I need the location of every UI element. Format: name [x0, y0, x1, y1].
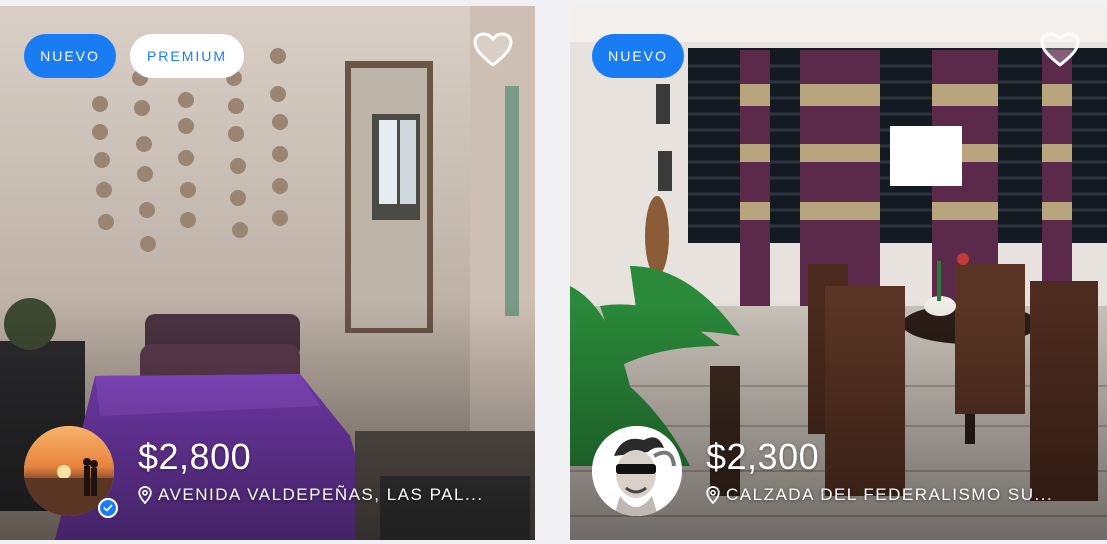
price: $2,300	[706, 436, 820, 477]
owner-avatar-wrap[interactable]	[24, 426, 118, 518]
verified-check-icon	[98, 498, 118, 518]
owner-avatar-wrap[interactable]	[592, 426, 682, 516]
listing-footer: $2,800 AVENIDA VALDEPEÑAS, LAS PAL...	[24, 426, 484, 518]
address-row: CALZADA DEL FEDERALISMO SU...	[706, 485, 1053, 505]
badge-group: NUEVO	[592, 34, 684, 78]
price: $2,800	[138, 436, 252, 477]
new-badge: NUEVO	[592, 34, 684, 78]
listing-info: $2,800 AVENIDA VALDEPEÑAS, LAS PAL...	[138, 437, 484, 505]
address-row: AVENIDA VALDEPEÑAS, LAS PAL...	[138, 485, 484, 505]
address-text: AVENIDA VALDEPEÑAS, LAS PAL...	[158, 485, 484, 504]
premium-badge: PREMIUM	[130, 34, 244, 78]
listing-footer: $2,300 CALZADA DEL FEDERALISMO SU...	[592, 426, 1053, 516]
avatar	[592, 426, 682, 516]
listing-info: $2,300 CALZADA DEL FEDERALISMO SU...	[706, 437, 1053, 505]
badge-group: NUEVO PREMIUM	[24, 34, 244, 78]
address-text: CALZADA DEL FEDERALISMO SU...	[726, 485, 1054, 504]
listing-grid: NUEVO PREMIUM $2,800 AVENIDA VALDEPEÑAS,…	[0, 0, 1107, 544]
location-pin-icon	[706, 486, 720, 504]
heart-outline-icon[interactable]	[473, 32, 513, 68]
heart-outline-icon[interactable]	[1040, 32, 1080, 68]
listing-card[interactable]: NUEVO PREMIUM $2,800 AVENIDA VALDEPEÑAS,…	[0, 6, 535, 540]
location-pin-icon	[138, 486, 152, 504]
listing-card[interactable]: NUEVO $2,300 CALZADA DEL FEDERALISMO SU.…	[570, 6, 1107, 540]
new-badge: NUEVO	[24, 34, 116, 78]
